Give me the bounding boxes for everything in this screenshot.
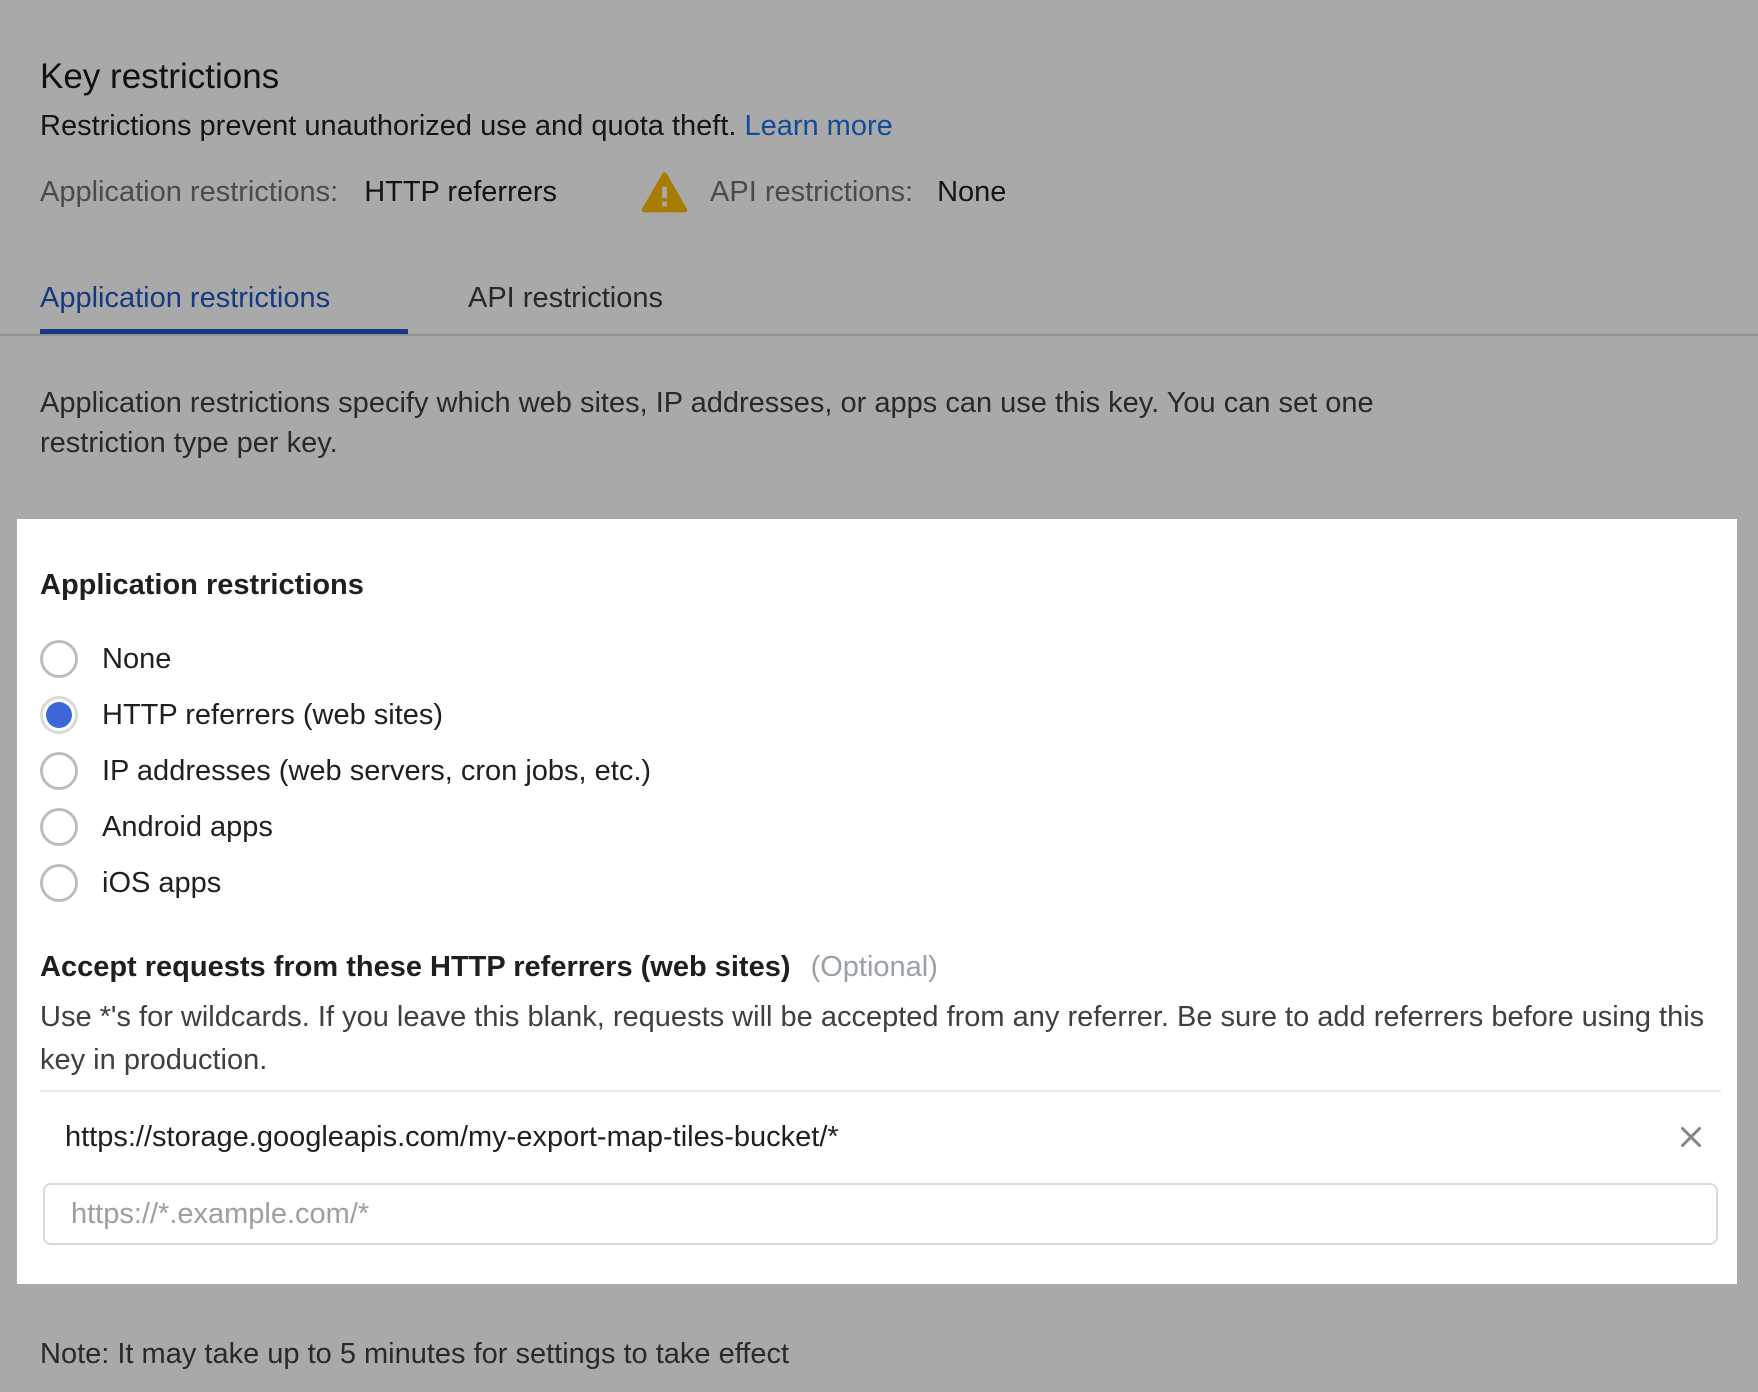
page-title: Key restrictions	[40, 57, 279, 97]
radio-button-icon	[40, 864, 78, 902]
radio-button-icon	[40, 752, 78, 790]
new-referrer-input[interactable]	[43, 1183, 1718, 1245]
referrers-divider	[40, 1090, 1721, 1092]
radio-option-ip-addresses[interactable]: IP addresses (web servers, cron jobs, et…	[40, 743, 651, 799]
app-restrictions-value: HTTP referrers	[364, 176, 557, 209]
radio-button-icon	[40, 808, 78, 846]
page-subtitle: Restrictions prevent unauthorized use an…	[40, 110, 893, 143]
radio-button-icon	[40, 640, 78, 678]
radio-option-android-apps[interactable]: Android apps	[40, 799, 651, 855]
panel-heading: Application restrictions	[40, 569, 364, 602]
learn-more-link[interactable]: Learn more	[744, 110, 892, 142]
key-restrictions-screen: Key restrictions Restrictions prevent un…	[0, 0, 1758, 1392]
tab-api-restrictions[interactable]: API restrictions	[468, 282, 663, 315]
optional-label: (Optional)	[811, 951, 938, 983]
tab-application-restrictions[interactable]: Application restrictions	[40, 282, 330, 315]
application-restrictions-radio-group: None HTTP referrers (web sites) IP addre…	[40, 631, 651, 911]
restriction-summary: Application restrictions: HTTP referrers…	[40, 171, 1006, 213]
referrer-entry-row: https://storage.googleapis.com/my-export…	[40, 1111, 1721, 1163]
referrers-section-heading: Accept requests from these HTTP referrer…	[40, 951, 938, 984]
warning-icon	[641, 171, 688, 213]
footer-note: Note: It may take up to 5 minutes for se…	[40, 1338, 789, 1371]
tab-description: Application restrictions specify which w…	[40, 383, 1500, 463]
subtitle-text: Restrictions prevent unauthorized use an…	[40, 110, 736, 142]
radio-button-icon	[40, 696, 78, 734]
api-restrictions-label: API restrictions:	[710, 176, 913, 209]
radio-option-ios-apps[interactable]: iOS apps	[40, 855, 651, 911]
remove-referrer-button[interactable]	[1669, 1115, 1713, 1159]
referrers-heading-text: Accept requests from these HTTP referrer…	[40, 951, 791, 983]
radio-option-http-referrers[interactable]: HTTP referrers (web sites)	[40, 687, 651, 743]
tab-bar-divider	[0, 334, 1758, 336]
app-restrictions-label: Application restrictions:	[40, 176, 338, 209]
api-restrictions-value: None	[937, 176, 1006, 209]
referrer-entry-value: https://storage.googleapis.com/my-export…	[40, 1121, 839, 1154]
referrers-description: Use *'s for wildcards. If you leave this…	[40, 996, 1716, 1082]
application-restrictions-panel: Application restrictions None HTTP refer…	[17, 519, 1737, 1284]
close-icon	[1674, 1120, 1708, 1154]
radio-option-none[interactable]: None	[40, 631, 651, 687]
